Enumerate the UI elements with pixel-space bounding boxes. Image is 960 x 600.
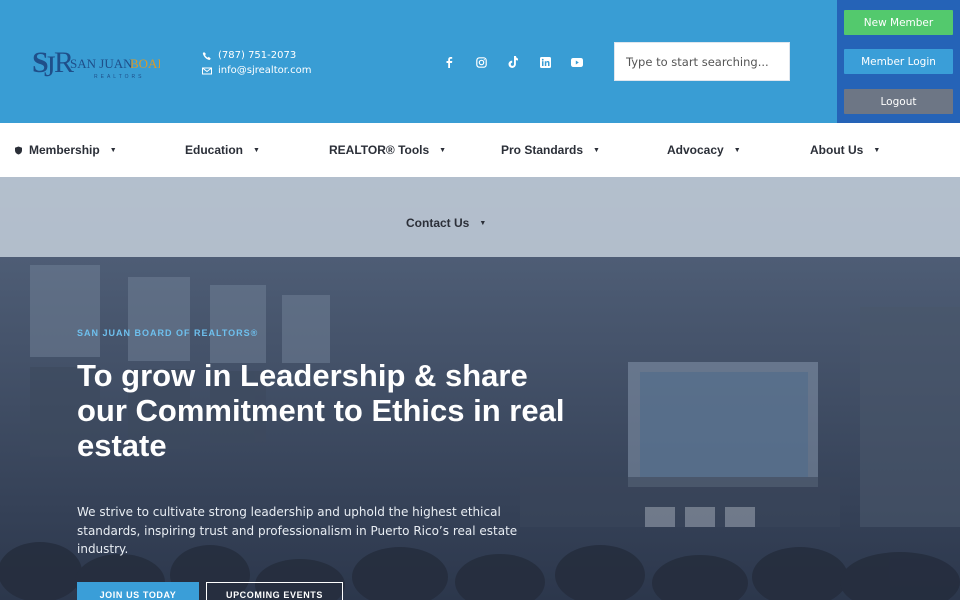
site-logo[interactable]: S J R SAN JUAN BOARD REALTORS (32, 40, 176, 84)
phone-icon (202, 51, 211, 60)
email-row[interactable]: info@sjrealtor.com (202, 63, 311, 78)
top-header: S J R SAN JUAN BOARD REALTORS (787) 751-… (0, 0, 960, 123)
svg-text:REALTORS: REALTORS (94, 74, 145, 80)
contact-info: (787) 751-2073 info@sjrealtor.com (202, 48, 311, 78)
nav-item-about-us[interactable]: About Us ▼ (810, 123, 880, 177)
nav-label-contact-us: Contact Us (406, 216, 470, 230)
facebook-icon[interactable] (441, 54, 457, 70)
email-icon (202, 67, 212, 74)
email-address[interactable]: info@sjrealtor.com (218, 63, 311, 78)
nav-label-about-us: About Us (810, 143, 864, 157)
youtube-icon[interactable] (569, 54, 585, 70)
sjbr-logo-icon: S J R SAN JUAN BOARD REALTORS (32, 46, 176, 83)
nav-label-pro-standards: Pro Standards (501, 143, 584, 157)
nav-item-realtor-tools[interactable]: REALTOR® Tools ▼ (329, 123, 446, 177)
new-member-button[interactable]: New Member (844, 10, 953, 35)
social-links (441, 54, 585, 70)
join-us-button[interactable]: JOIN US TODAY (77, 582, 199, 600)
caret-down-icon: ▼ (439, 146, 447, 154)
hero-headline: To grow in Leadership & share our Commit… (77, 358, 565, 463)
phone-row[interactable]: (787) 751-2073 (202, 48, 311, 63)
nav-label-realtor-tools: REALTOR® Tools (329, 143, 430, 157)
account-panel: New Member Member Login Logout (837, 0, 960, 123)
nav-item-membership[interactable]: Membership ▼ (14, 123, 117, 177)
caret-down-icon: ▼ (109, 146, 117, 154)
caret-down-icon: ▼ (593, 146, 600, 154)
logout-button[interactable]: Logout (844, 89, 953, 114)
upcoming-events-button[interactable]: UPCOMING EVENTS (206, 582, 343, 600)
hero-description: We strive to cultivate strong leadership… (77, 505, 518, 556)
nav-item-advocacy[interactable]: Advocacy ▼ (667, 123, 741, 177)
caret-down-icon: ▼ (479, 219, 487, 227)
linkedin-icon[interactable] (537, 54, 553, 70)
search-box[interactable] (614, 42, 790, 81)
tiktok-icon[interactable] (505, 54, 521, 70)
main-nav: Membership ▼ Education ▼ REALTOR® Tools … (0, 123, 960, 177)
caret-down-icon: ▼ (733, 146, 741, 154)
nav-item-pro-standards[interactable]: Pro Standards ▼ (501, 123, 600, 177)
svg-text:SAN JUAN: SAN JUAN (70, 56, 133, 71)
nav-item-education[interactable]: Education ▼ (185, 123, 260, 177)
shield-icon (15, 146, 22, 154)
search-input[interactable] (615, 43, 789, 80)
member-login-button[interactable]: Member Login (844, 49, 953, 74)
instagram-icon[interactable] (473, 54, 489, 70)
nav-item-contact-us[interactable]: Contact Us ▼ (406, 177, 486, 269)
hero-eyebrow: SAN JUAN BOARD OF REALTORS® (77, 328, 259, 338)
nav-label-membership: Membership (29, 143, 100, 157)
phone-number[interactable]: (787) 751-2073 (218, 48, 296, 63)
caret-down-icon: ▼ (873, 146, 881, 154)
svg-text:BOARD: BOARD (130, 56, 160, 71)
nav-label-education: Education (185, 143, 244, 157)
caret-down-icon: ▼ (253, 146, 260, 154)
nav-label-advocacy: Advocacy (667, 143, 724, 157)
sub-nav: Contact Us ▼ (0, 177, 960, 257)
